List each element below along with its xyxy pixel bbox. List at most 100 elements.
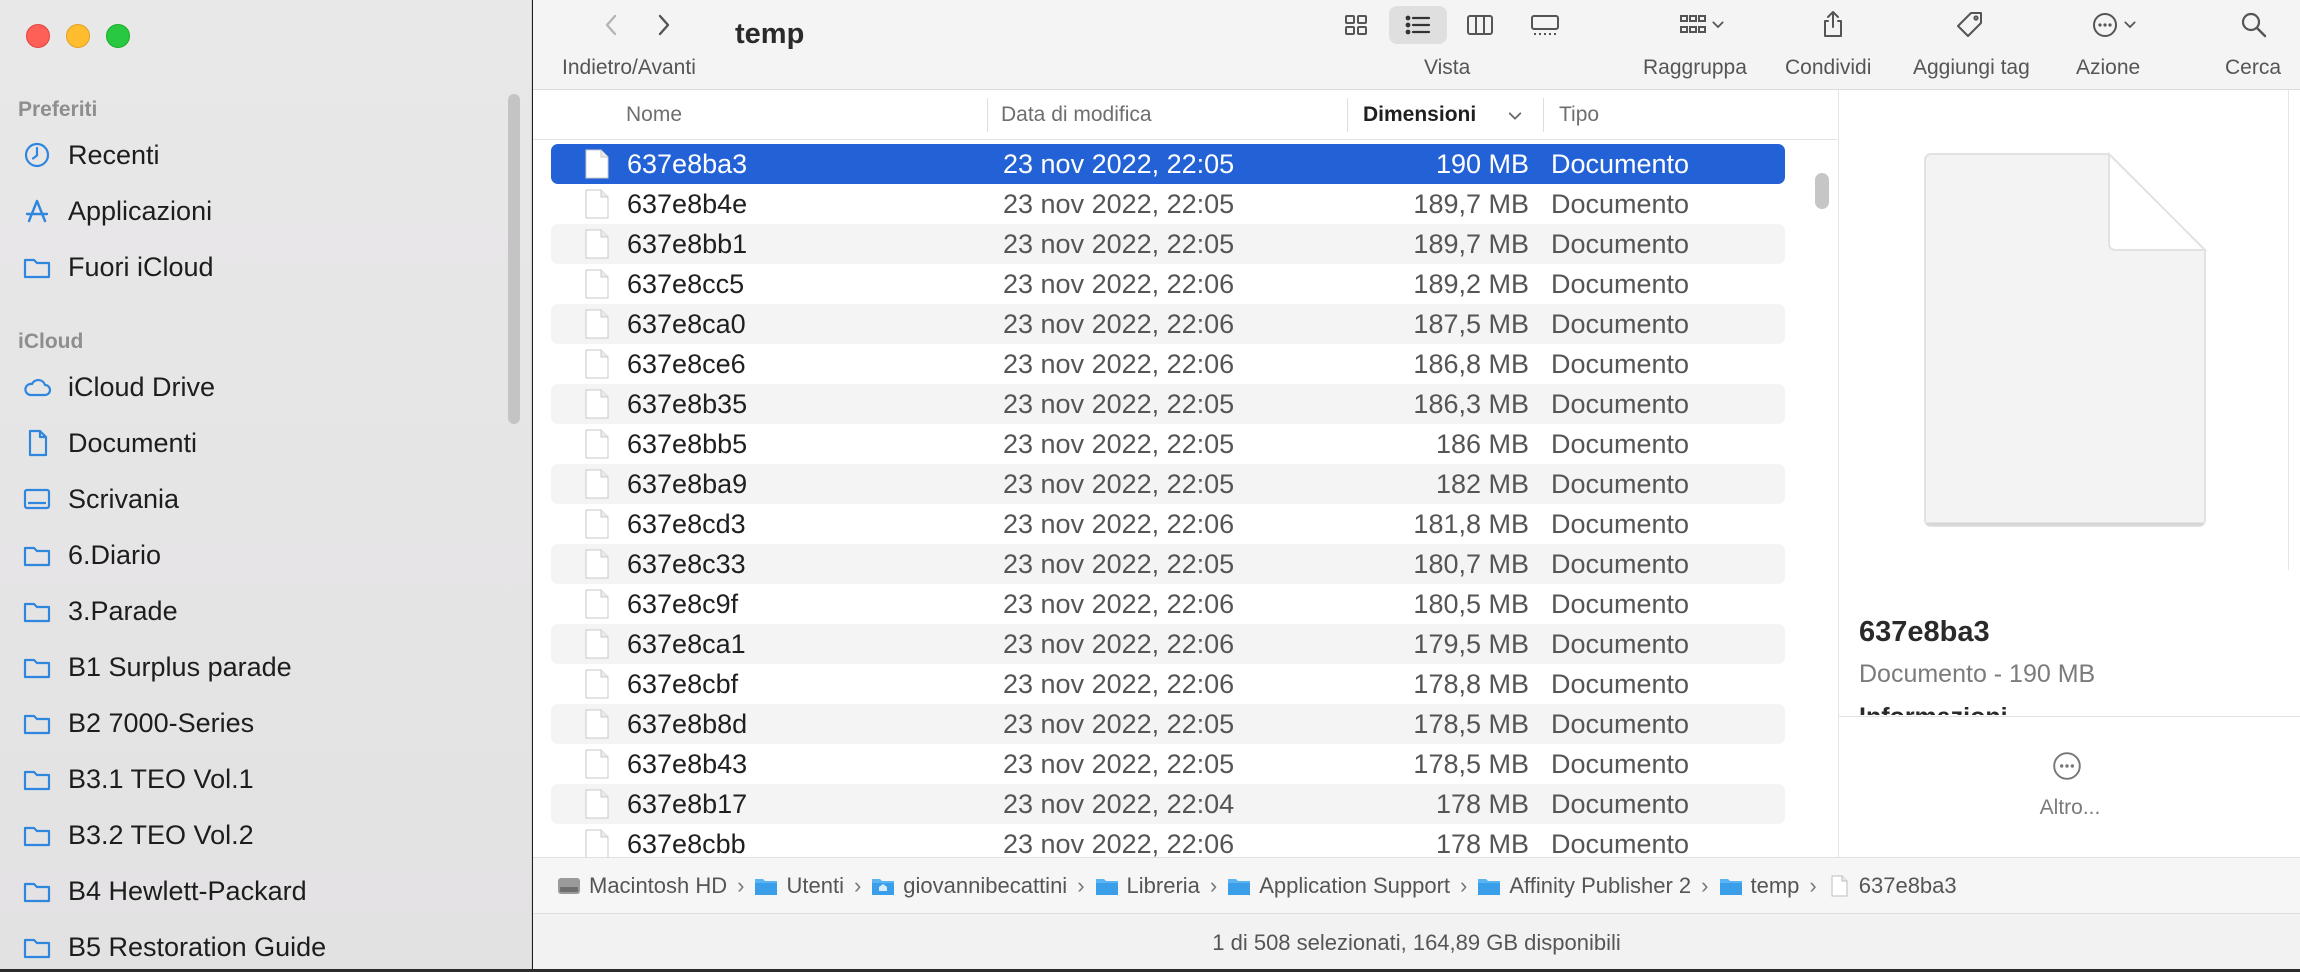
sidebar-scrollbar[interactable] bbox=[508, 94, 520, 424]
zoom-window-button[interactable] bbox=[106, 24, 130, 48]
share-button[interactable] bbox=[1816, 6, 1850, 42]
sidebar-item-3-parade[interactable]: 3.Parade bbox=[22, 591, 178, 631]
column-size-header[interactable]: Dimensioni bbox=[1363, 103, 1476, 127]
sidebar-item-6-diario[interactable]: 6.Diario bbox=[22, 535, 161, 575]
file-size: 186,3 MB bbox=[1413, 389, 1529, 419]
tag-icon bbox=[1957, 12, 1982, 37]
more-icon[interactable] bbox=[2051, 750, 2083, 782]
sidebar-item-fuori-icloud[interactable]: Fuori iCloud bbox=[22, 247, 214, 287]
sort-descending-icon[interactable] bbox=[1505, 106, 1525, 126]
file-row[interactable]: 637e8bb5 23 nov 2022, 22:05 186 MB Docum… bbox=[551, 424, 1785, 464]
file-row[interactable]: 637e8ba9 23 nov 2022, 22:05 182 MB Docum… bbox=[551, 464, 1785, 504]
file-row[interactable]: 637e8b43 23 nov 2022, 22:05 178,5 MB Doc… bbox=[551, 744, 1785, 784]
group-button[interactable] bbox=[1671, 8, 1735, 42]
sidebar-item-icloud-drive[interactable]: iCloud Drive bbox=[22, 367, 215, 407]
file-row[interactable]: 637e8ba3 23 nov 2022, 22:05 190 MB Docum… bbox=[551, 144, 1785, 184]
search-icon bbox=[2241, 12, 2267, 38]
file-row[interactable]: 637e8b35 23 nov 2022, 22:05 186,3 MB Doc… bbox=[551, 384, 1785, 424]
path-item-libreria[interactable]: Libreria bbox=[1095, 873, 1200, 899]
search-button[interactable] bbox=[2237, 8, 2271, 42]
sidebar-item-b4-hewlett-packard[interactable]: B4 Hewlett-Packard bbox=[22, 871, 307, 911]
file-size: 178 MB bbox=[1435, 829, 1529, 857]
file-name: 637e8cd3 bbox=[627, 509, 746, 539]
file-date: 23 nov 2022, 22:06 bbox=[1003, 669, 1235, 699]
view-list-button[interactable] bbox=[1401, 8, 1435, 42]
file-row[interactable]: 637e8ca1 23 nov 2022, 22:06 179,5 MB Doc… bbox=[551, 624, 1785, 664]
desktop-icon bbox=[23, 488, 51, 510]
file-size: 178,5 MB bbox=[1413, 749, 1529, 779]
file-row[interactable]: 637e8c9f 23 nov 2022, 22:06 180,5 MB Doc… bbox=[551, 584, 1785, 624]
action-button[interactable] bbox=[2083, 8, 2147, 42]
column-divider[interactable] bbox=[987, 98, 988, 132]
view-gallery-button[interactable] bbox=[1525, 8, 1565, 42]
view-columns-button[interactable] bbox=[1463, 8, 1497, 42]
more-label[interactable]: Altro... bbox=[1839, 796, 2300, 820]
file-row[interactable]: 637e8b17 23 nov 2022, 22:04 178 MB Docum… bbox=[551, 784, 1785, 824]
sidebar-item-b3-2-teo-vol2[interactable]: B3.2 TEO Vol.2 bbox=[22, 815, 254, 855]
file-row[interactable]: 637e8bb1 23 nov 2022, 22:05 189,7 MB Doc… bbox=[551, 224, 1785, 264]
path-item-application-support[interactable]: Application Support bbox=[1227, 873, 1450, 899]
window-controls bbox=[26, 24, 130, 48]
preview-file-name: 637e8ba3 bbox=[1859, 616, 1990, 648]
folder-icon bbox=[23, 826, 51, 847]
file-row[interactable]: 637e8b4e 23 nov 2022, 22:05 189,7 MB Doc… bbox=[551, 184, 1785, 224]
chevron-right-icon: › bbox=[1460, 872, 1468, 898]
file-row[interactable]: 637e8b8d 23 nov 2022, 22:05 178,5 MB Doc… bbox=[551, 704, 1785, 744]
minimize-window-button[interactable] bbox=[66, 24, 90, 48]
sidebar-item-b1-surplus-parade[interactable]: B1 Surplus parade bbox=[22, 647, 292, 687]
column-date-header[interactable]: Data di modifica bbox=[1001, 103, 1152, 127]
path-item-affinity-publisher-2[interactable]: Affinity Publisher 2 bbox=[1477, 873, 1691, 899]
file-name: 637e8b4e bbox=[627, 189, 748, 219]
column-name-header[interactable]: Nome bbox=[626, 103, 682, 127]
file-row[interactable]: 637e8cc5 23 nov 2022, 22:06 189,2 MB Doc… bbox=[551, 264, 1785, 304]
preview-pane: 637e8ba3 Documento - 190 MB Informazioni… bbox=[1838, 90, 2300, 857]
folder-icon bbox=[23, 938, 51, 959]
column-divider[interactable] bbox=[1543, 98, 1544, 132]
file-row[interactable]: 637e8cd3 23 nov 2022, 22:06 181,8 MB Doc… bbox=[551, 504, 1785, 544]
forward-button[interactable] bbox=[646, 8, 680, 42]
back-button[interactable] bbox=[595, 8, 629, 42]
sidebar-item-recenti[interactable]: Recenti bbox=[22, 135, 160, 175]
file-kind: Documento bbox=[1551, 229, 1690, 259]
sidebar-item-documenti[interactable]: Documenti bbox=[22, 423, 197, 463]
gallery-icon bbox=[1531, 15, 1559, 35]
path-item-label: Application Support bbox=[1259, 872, 1451, 898]
path-item-utenti[interactable]: Utenti bbox=[754, 873, 844, 899]
folder-icon bbox=[1719, 878, 1742, 895]
folder-icon bbox=[755, 878, 778, 895]
add-tag-button[interactable] bbox=[1953, 8, 1987, 42]
file-name: 637e8cbb bbox=[627, 829, 746, 857]
chevron-right-icon: › bbox=[853, 872, 862, 898]
column-kind-header[interactable]: Tipo bbox=[1559, 103, 1599, 127]
column-divider[interactable] bbox=[1347, 98, 1348, 132]
file-kind: Documento bbox=[1551, 389, 1690, 419]
path-item-file[interactable]: 637e8ba3 bbox=[1827, 873, 1957, 899]
file-date: 23 nov 2022, 22:05 bbox=[1003, 229, 1235, 259]
file-row[interactable]: 637e8ce6 23 nov 2022, 22:06 186,8 MB Doc… bbox=[551, 344, 1785, 384]
file-row[interactable]: 637e8c33 23 nov 2022, 22:05 180,7 MB Doc… bbox=[551, 544, 1785, 584]
sidebar-item-scrivania[interactable]: Scrivania bbox=[22, 479, 179, 519]
file-date: 23 nov 2022, 22:04 bbox=[1003, 789, 1235, 819]
path-item-user-home[interactable]: giovannibecattini bbox=[871, 873, 1067, 899]
path-item-label: giovannibecattini bbox=[903, 872, 1068, 898]
sidebar-item-b2-7000-series[interactable]: B2 7000-Series bbox=[22, 703, 254, 743]
preview-scrollbar[interactable] bbox=[2288, 90, 2298, 570]
path-item-macintosh-hd[interactable]: Macintosh HD bbox=[557, 873, 727, 899]
view-icons-button[interactable] bbox=[1339, 8, 1373, 42]
sidebar-item-b5-restoration-guide[interactable]: B5 Restoration Guide bbox=[22, 927, 326, 967]
document-icon bbox=[585, 229, 609, 259]
list-scrollbar[interactable] bbox=[1815, 173, 1829, 209]
applications-icon bbox=[25, 199, 49, 223]
chevron-right-icon bbox=[658, 14, 670, 36]
close-window-button[interactable] bbox=[26, 24, 50, 48]
file-kind: Documento bbox=[1551, 749, 1690, 779]
nav-label: Indietro/Avanti bbox=[562, 56, 696, 79]
file-row[interactable]: 637e8cbb 23 nov 2022, 22:06 178 MB Docum… bbox=[551, 824, 1785, 857]
chevron-down-icon bbox=[1712, 21, 1724, 29]
sidebar-item-b3-1-teo-vol1[interactable]: B3.1 TEO Vol.1 bbox=[22, 759, 254, 799]
file-row[interactable]: 637e8ca0 23 nov 2022, 22:06 187,5 MB Doc… bbox=[551, 304, 1785, 344]
file-row[interactable]: 637e8cbf 23 nov 2022, 22:06 178,8 MB Doc… bbox=[551, 664, 1785, 704]
path-item-temp[interactable]: temp bbox=[1719, 873, 1799, 899]
sidebar-item-applicazioni[interactable]: Applicazioni bbox=[22, 191, 212, 231]
cloud-icon bbox=[24, 378, 52, 397]
